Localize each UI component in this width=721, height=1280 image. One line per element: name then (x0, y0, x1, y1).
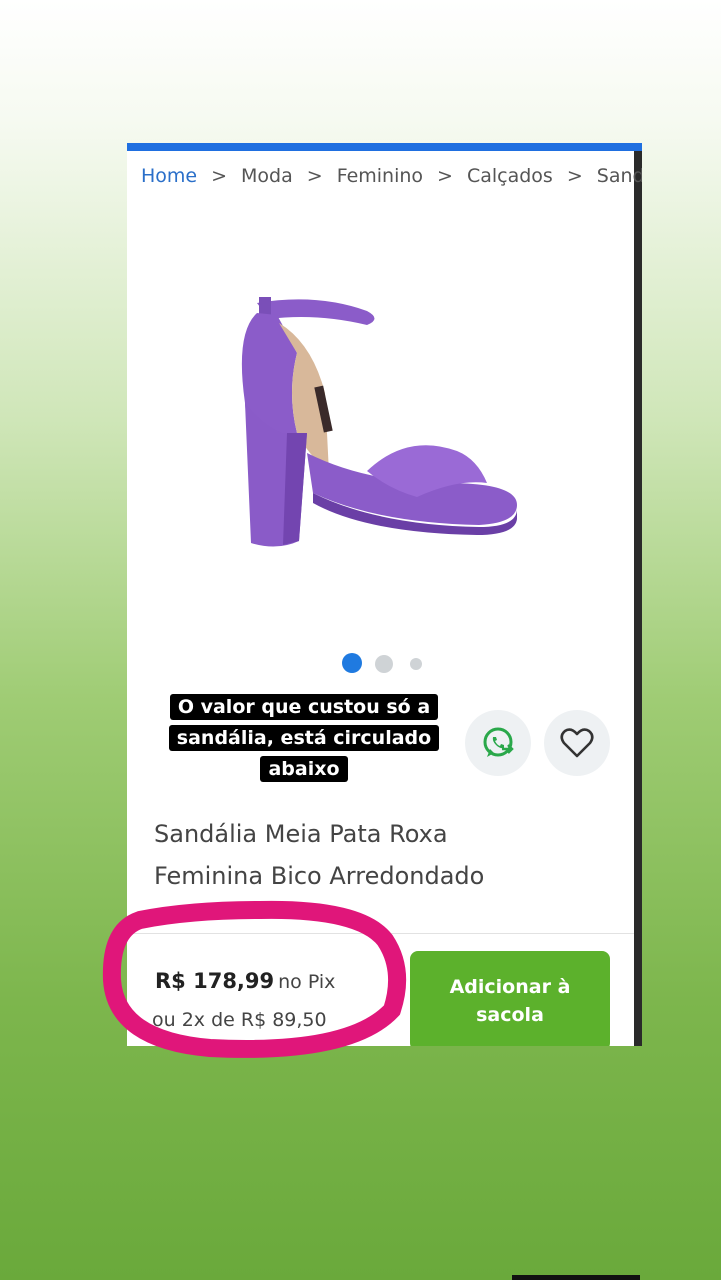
add-to-bag-label-line-1: Adicionar à (449, 976, 571, 998)
breadcrumb: Home > Moda > Feminino > Calçados > Sandá (141, 165, 642, 187)
sandal-image (241, 297, 517, 547)
story-caption-line-1: O valor que custou só a (169, 694, 439, 720)
add-to-bag-button[interactable]: Adicionar à sacola (410, 951, 610, 1046)
breadcrumb-separator: > (437, 165, 453, 187)
add-to-bag-label-line-2: sacola (476, 1004, 544, 1026)
carousel-dot[interactable] (375, 655, 393, 673)
highlight-circle (102, 900, 407, 1058)
story-caption-line-3: abaixo (260, 756, 348, 782)
product-title: Sandália Meia Pata Roxa Feminina Bico Ar… (154, 813, 574, 897)
heart-icon (560, 728, 594, 758)
story-caption-line-2: sandália, está circulado (168, 725, 440, 751)
carousel-dot-active[interactable] (342, 653, 362, 673)
product-title-line-1: Sandália Meia Pata Roxa (154, 820, 448, 848)
top-accent-bar (127, 143, 642, 151)
product-image[interactable] (217, 283, 557, 583)
breadcrumb-separator: > (211, 165, 228, 187)
breadcrumb-item-moda[interactable]: Moda (241, 165, 293, 187)
breadcrumb-home[interactable]: Home (141, 165, 197, 187)
story-progress-bar (512, 1275, 640, 1280)
breadcrumb-item-sandalias[interactable]: Sandá (597, 165, 642, 187)
breadcrumb-item-calcados[interactable]: Calçados (467, 165, 553, 187)
whatsapp-share-button[interactable] (465, 710, 531, 776)
breadcrumb-item-feminino[interactable]: Feminino (337, 165, 423, 187)
breadcrumb-separator: > (306, 165, 323, 187)
favorite-button[interactable] (544, 710, 610, 776)
scrollbar-edge (634, 151, 642, 1046)
breadcrumb-separator: > (566, 165, 583, 187)
whatsapp-icon (483, 727, 514, 757)
story-caption: O valor que custou só a sandália, está c… (160, 692, 448, 785)
product-title-line-2: Feminina Bico Arredondado (154, 862, 485, 890)
carousel-dot[interactable] (410, 658, 422, 670)
